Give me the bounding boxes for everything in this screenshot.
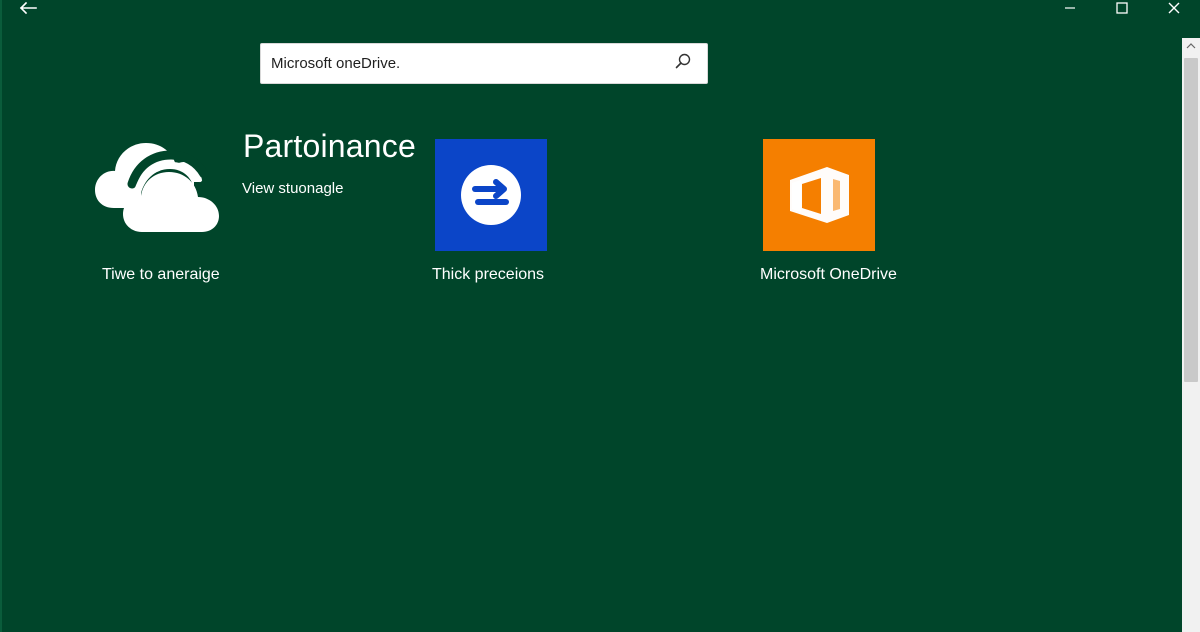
back-arrow-icon <box>19 1 37 20</box>
scrollbar-thumb[interactable] <box>1184 58 1198 382</box>
search-box[interactable] <box>260 43 708 84</box>
window-left-border <box>0 0 2 632</box>
page-title: Partoinance <box>243 128 416 164</box>
chevron-up-icon <box>1186 37 1196 55</box>
microsoft-onedrive-label[interactable]: Microsoft OneDrive <box>760 266 897 284</box>
office-icon <box>763 139 875 251</box>
scroll-up-button[interactable] <box>1185 40 1197 52</box>
app-window: Partoinance View stuonagle Tiwe to anera… <box>0 0 1200 632</box>
thick-preceions-label[interactable]: Thick preceions <box>432 266 544 284</box>
minimize-icon <box>1063 1 1077 20</box>
search-icon <box>673 52 693 77</box>
time-to-average-label[interactable]: Tiwe to aneraige <box>102 266 220 284</box>
title-bar <box>0 0 1200 20</box>
search-button[interactable] <box>671 52 695 76</box>
window-controls <box>1044 0 1200 20</box>
maximize-icon <box>1115 1 1129 20</box>
close-button[interactable] <box>1148 0 1200 20</box>
search-input[interactable] <box>271 44 661 83</box>
close-icon <box>1167 1 1181 20</box>
maximize-button[interactable] <box>1096 0 1148 20</box>
app-tile-thick-preceions[interactable] <box>435 139 547 251</box>
app-tile-microsoft-onedrive[interactable] <box>763 139 875 251</box>
cloud-icon[interactable] <box>92 130 222 238</box>
minimize-button[interactable] <box>1044 0 1096 20</box>
swap-arrows-icon <box>435 139 547 251</box>
view-storage-link[interactable]: View stuonagle <box>242 180 343 197</box>
back-button[interactable] <box>14 0 42 20</box>
